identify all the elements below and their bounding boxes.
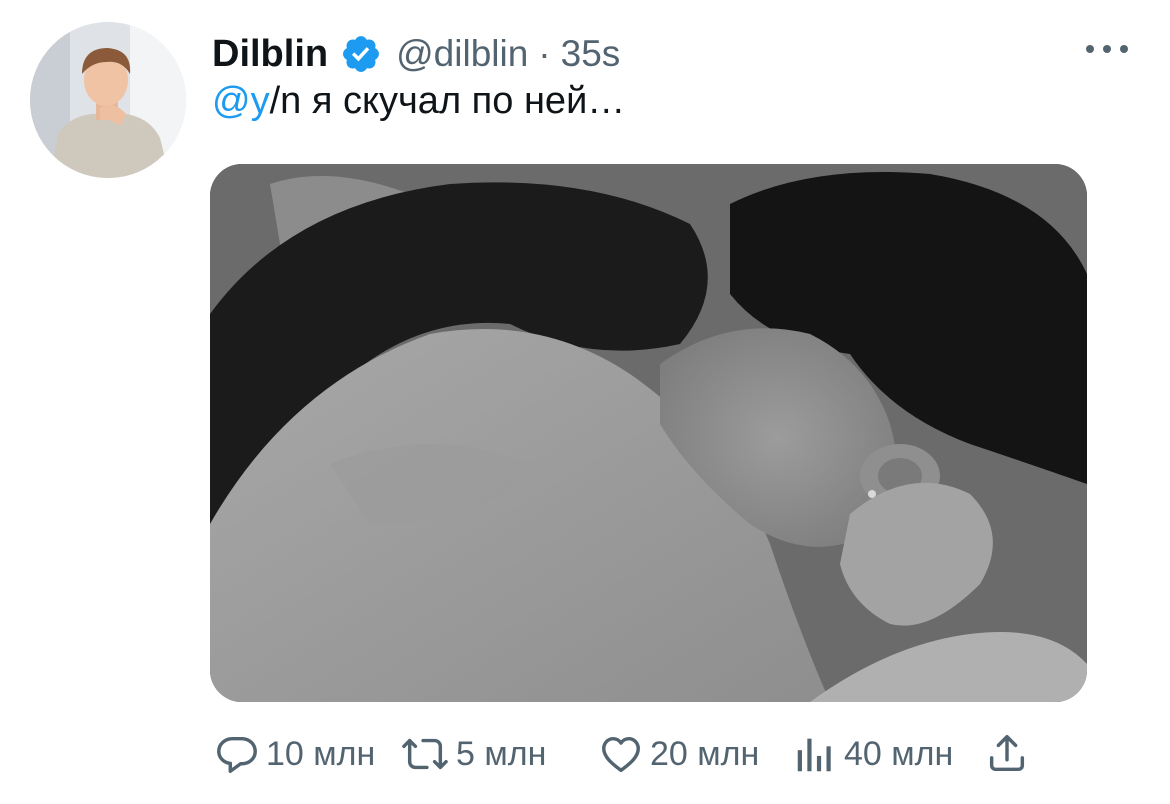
reply-icon — [217, 736, 257, 773]
views-icon — [797, 738, 831, 772]
avatar[interactable] — [30, 22, 186, 178]
tweet-photo[interactable] — [210, 164, 1087, 702]
retweet-count: 5 млн — [456, 734, 547, 773]
separator-dot: · — [538, 33, 551, 74]
retweet-button[interactable]: 5 млн — [400, 726, 546, 782]
like-icon — [602, 736, 640, 773]
tweet-actions: 10 млн 5 млн 20 млн 40 млн — [214, 726, 1044, 782]
retweet-icon — [402, 738, 448, 770]
reply-button[interactable]: 10 млн — [214, 726, 375, 782]
tweet-card[interactable]: Dilblin @dilblin · 35s @y/n я скучал по … — [0, 0, 1170, 804]
tweet-text-body: /n я скучал по ней… — [269, 80, 626, 122]
tweet-text: @y/n я скучал по ней… — [212, 80, 625, 123]
author-name[interactable]: Dilblin — [212, 33, 328, 76]
share-button[interactable] — [984, 726, 1036, 782]
more-icon[interactable] — [1086, 36, 1128, 62]
like-button[interactable]: 20 млн — [598, 726, 759, 782]
share-icon — [989, 735, 1025, 772]
verified-badge-icon — [340, 33, 382, 75]
reply-count: 10 млн — [266, 734, 376, 773]
tweet-header: Dilblin @dilblin · 35s — [212, 30, 620, 78]
views-count: 40 млн — [844, 734, 954, 773]
views-button[interactable]: 40 млн — [792, 726, 953, 782]
mention-link[interactable]: @y — [212, 80, 270, 122]
like-count: 20 млн — [650, 734, 760, 773]
author-handle[interactable]: @dilblin — [396, 33, 528, 75]
timestamp[interactable]: 35s — [561, 33, 621, 75]
